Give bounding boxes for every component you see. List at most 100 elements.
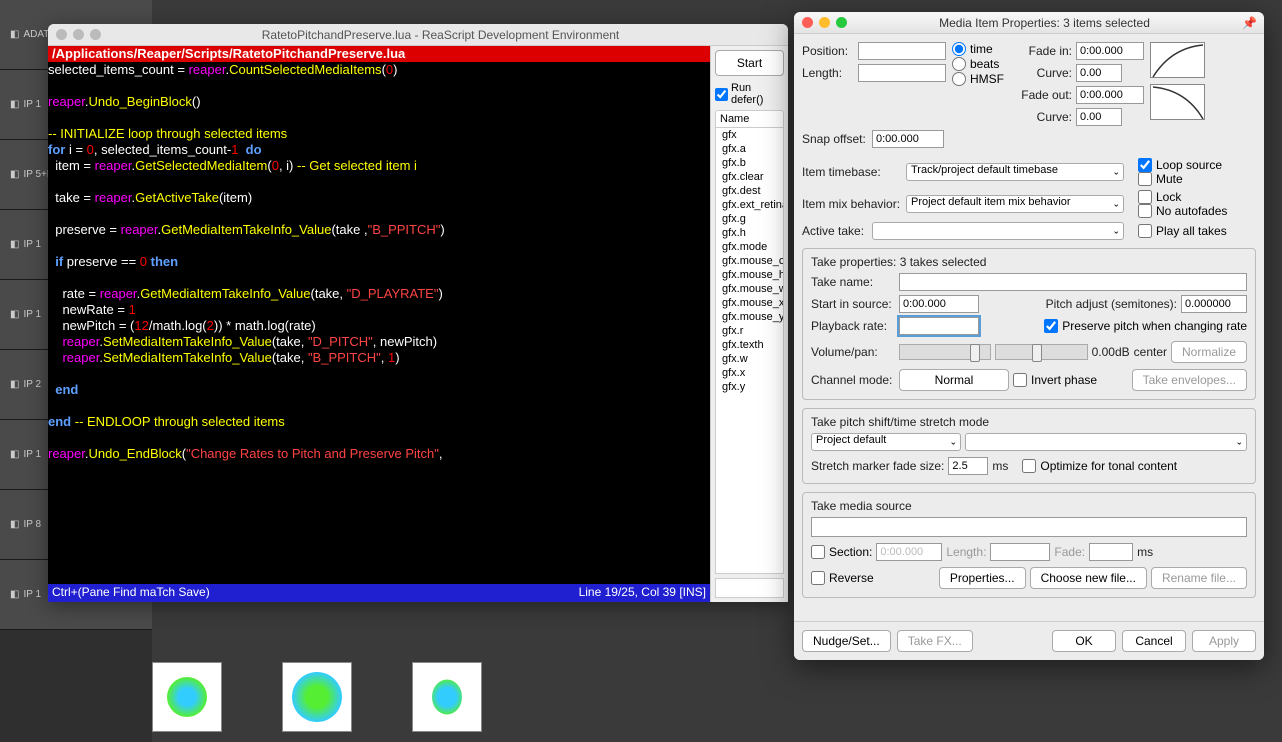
list-item[interactable]: gfx.dest — [720, 184, 779, 198]
time-radio[interactable] — [952, 42, 966, 56]
track-fx-icon[interactable]: ◧ — [10, 589, 19, 600]
track-fx-icon[interactable]: ◧ — [10, 239, 19, 250]
preserve-pitch-check-row[interactable]: Preserve pitch when changing rate — [1044, 319, 1247, 333]
maximize-icon[interactable] — [836, 17, 847, 28]
properties-button[interactable]: Properties... — [939, 567, 1026, 589]
close-icon[interactable] — [802, 17, 813, 28]
list-item[interactable]: gfx.x — [720, 366, 779, 380]
media-item[interactable] — [412, 662, 482, 732]
close-icon[interactable] — [56, 29, 67, 40]
code-content[interactable]: selected_items_count = reaper.CountSelec… — [48, 62, 710, 462]
section-length-input[interactable] — [990, 543, 1050, 561]
list-item[interactable]: gfx.mouse_x — [720, 296, 779, 310]
fadein-shape-button[interactable] — [1150, 42, 1205, 78]
pan-slider[interactable] — [995, 344, 1087, 360]
pitch-adjust-input[interactable] — [1181, 295, 1247, 313]
normalize-button[interactable]: Normalize — [1171, 341, 1247, 363]
list-item[interactable]: gfx.r — [720, 324, 779, 338]
fadein-input[interactable] — [1076, 42, 1144, 60]
optimize-check-row[interactable]: Optimize for tonal content — [1022, 459, 1177, 473]
list-item[interactable]: gfx.b — [720, 156, 779, 170]
time-radio-row[interactable]: time — [952, 42, 1004, 56]
run-defer-check[interactable] — [715, 88, 728, 101]
minimize-icon[interactable] — [73, 29, 84, 40]
mute-check[interactable] — [1138, 172, 1152, 186]
position-input[interactable] — [858, 42, 946, 60]
nudge-set-button[interactable]: Nudge/Set... — [802, 630, 891, 652]
preserve-pitch-check[interactable] — [1044, 319, 1058, 333]
ide-titlebar[interactable]: RatetoPitchandPreserve.lua - ReaScript D… — [48, 24, 788, 46]
track-fx-icon[interactable]: ◧ — [10, 99, 19, 110]
list-item[interactable]: gfx.w — [720, 352, 779, 366]
reverse-check-row[interactable]: Reverse — [811, 571, 874, 585]
fadeout-input[interactable] — [1076, 86, 1144, 104]
playback-rate-input[interactable] — [899, 317, 979, 335]
list-item[interactable]: gfx.h — [720, 226, 779, 240]
pin-icon[interactable]: 📌 — [1242, 16, 1256, 30]
lock-check[interactable] — [1138, 190, 1152, 204]
pitch-shift-mode-select[interactable]: Project default — [811, 433, 961, 451]
beats-radio-row[interactable]: beats — [952, 57, 1004, 71]
track-fx-icon[interactable]: ◧ — [10, 309, 19, 320]
media-item[interactable] — [152, 662, 222, 732]
noautofades-check-row[interactable]: No autofades — [1138, 204, 1227, 218]
apply-button[interactable]: Apply — [1192, 630, 1256, 652]
fadein-curve-input[interactable] — [1076, 64, 1122, 82]
list-item[interactable]: gfx.a — [720, 142, 779, 156]
run-defer-checkbox[interactable]: Run defer() — [715, 82, 784, 106]
hmsf-radio[interactable] — [952, 72, 966, 86]
ok-button[interactable]: OK — [1052, 630, 1116, 652]
start-in-source-input[interactable] — [899, 295, 979, 313]
media-item[interactable] — [282, 662, 352, 732]
maximize-icon[interactable] — [90, 29, 101, 40]
noautofades-check[interactable] — [1138, 204, 1152, 218]
start-button[interactable]: Start — [715, 50, 784, 76]
hmsf-radio-row[interactable]: HMSF — [952, 72, 1004, 86]
beats-radio[interactable] — [952, 57, 966, 71]
rename-file-button[interactable]: Rename file... — [1151, 567, 1247, 589]
playall-check-row[interactable]: Play all takes — [1138, 224, 1227, 238]
list-item[interactable]: gfx.g — [720, 212, 779, 226]
timebase-select[interactable]: Track/project default timebase — [906, 163, 1124, 181]
volume-slider[interactable] — [899, 344, 991, 360]
mip-titlebar[interactable]: Media Item Properties: 3 items selected … — [794, 12, 1264, 34]
list-item[interactable]: gfx.mode — [720, 240, 779, 254]
list-item[interactable]: gfx.clear — [720, 170, 779, 184]
filter-input[interactable] — [715, 578, 784, 598]
section-check-row[interactable]: Section: — [811, 545, 872, 559]
channel-mode-button[interactable]: Normal — [899, 369, 1009, 391]
list-item[interactable]: gfx.mouse_hv — [720, 268, 779, 282]
active-take-select[interactable] — [872, 222, 1124, 240]
reverse-check[interactable] — [811, 571, 825, 585]
section-fade-input[interactable] — [1089, 543, 1133, 561]
minimize-icon[interactable] — [819, 17, 830, 28]
code-editor[interactable]: /Applications/Reaper/Scripts/RatetoPitch… — [48, 46, 710, 602]
list-item[interactable]: gfx.mouse_w — [720, 282, 779, 296]
fadeout-curve-input[interactable] — [1076, 108, 1122, 126]
optimize-tonal-check[interactable] — [1022, 459, 1036, 473]
fadeout-shape-button[interactable] — [1150, 84, 1205, 120]
list-item[interactable]: gfx.mouse_cap — [720, 254, 779, 268]
track-fx-icon[interactable]: ◧ — [10, 29, 19, 40]
invert-phase-check[interactable] — [1013, 373, 1027, 387]
take-name-input[interactable] — [899, 273, 1247, 291]
invert-phase-check-row[interactable]: Invert phase — [1013, 373, 1097, 387]
list-item[interactable]: gfx.texth — [720, 338, 779, 352]
loop-source-check-row[interactable]: Loop source — [1138, 158, 1222, 172]
name-column-header[interactable]: Name — [715, 110, 784, 128]
list-item[interactable]: gfx.mouse_y — [720, 310, 779, 324]
list-item[interactable]: gfx — [720, 128, 779, 142]
track-fx-icon[interactable]: ◧ — [10, 519, 19, 530]
section-start-input[interactable] — [876, 543, 942, 561]
stretch-fade-input[interactable] — [948, 457, 988, 475]
pitch-shift-submode-select[interactable] — [965, 433, 1247, 451]
mute-check-row[interactable]: Mute — [1138, 172, 1222, 186]
media-source-path-input[interactable] — [811, 517, 1247, 537]
track-fx-icon[interactable]: ◧ — [10, 379, 19, 390]
loop-source-check[interactable] — [1138, 158, 1152, 172]
list-item[interactable]: gfx.ext_retina — [720, 198, 779, 212]
track-fx-icon[interactable]: ◧ — [10, 169, 19, 180]
playall-check[interactable] — [1138, 224, 1152, 238]
lock-check-row[interactable]: Lock — [1138, 190, 1227, 204]
list-item[interactable]: gfx.y — [720, 380, 779, 394]
